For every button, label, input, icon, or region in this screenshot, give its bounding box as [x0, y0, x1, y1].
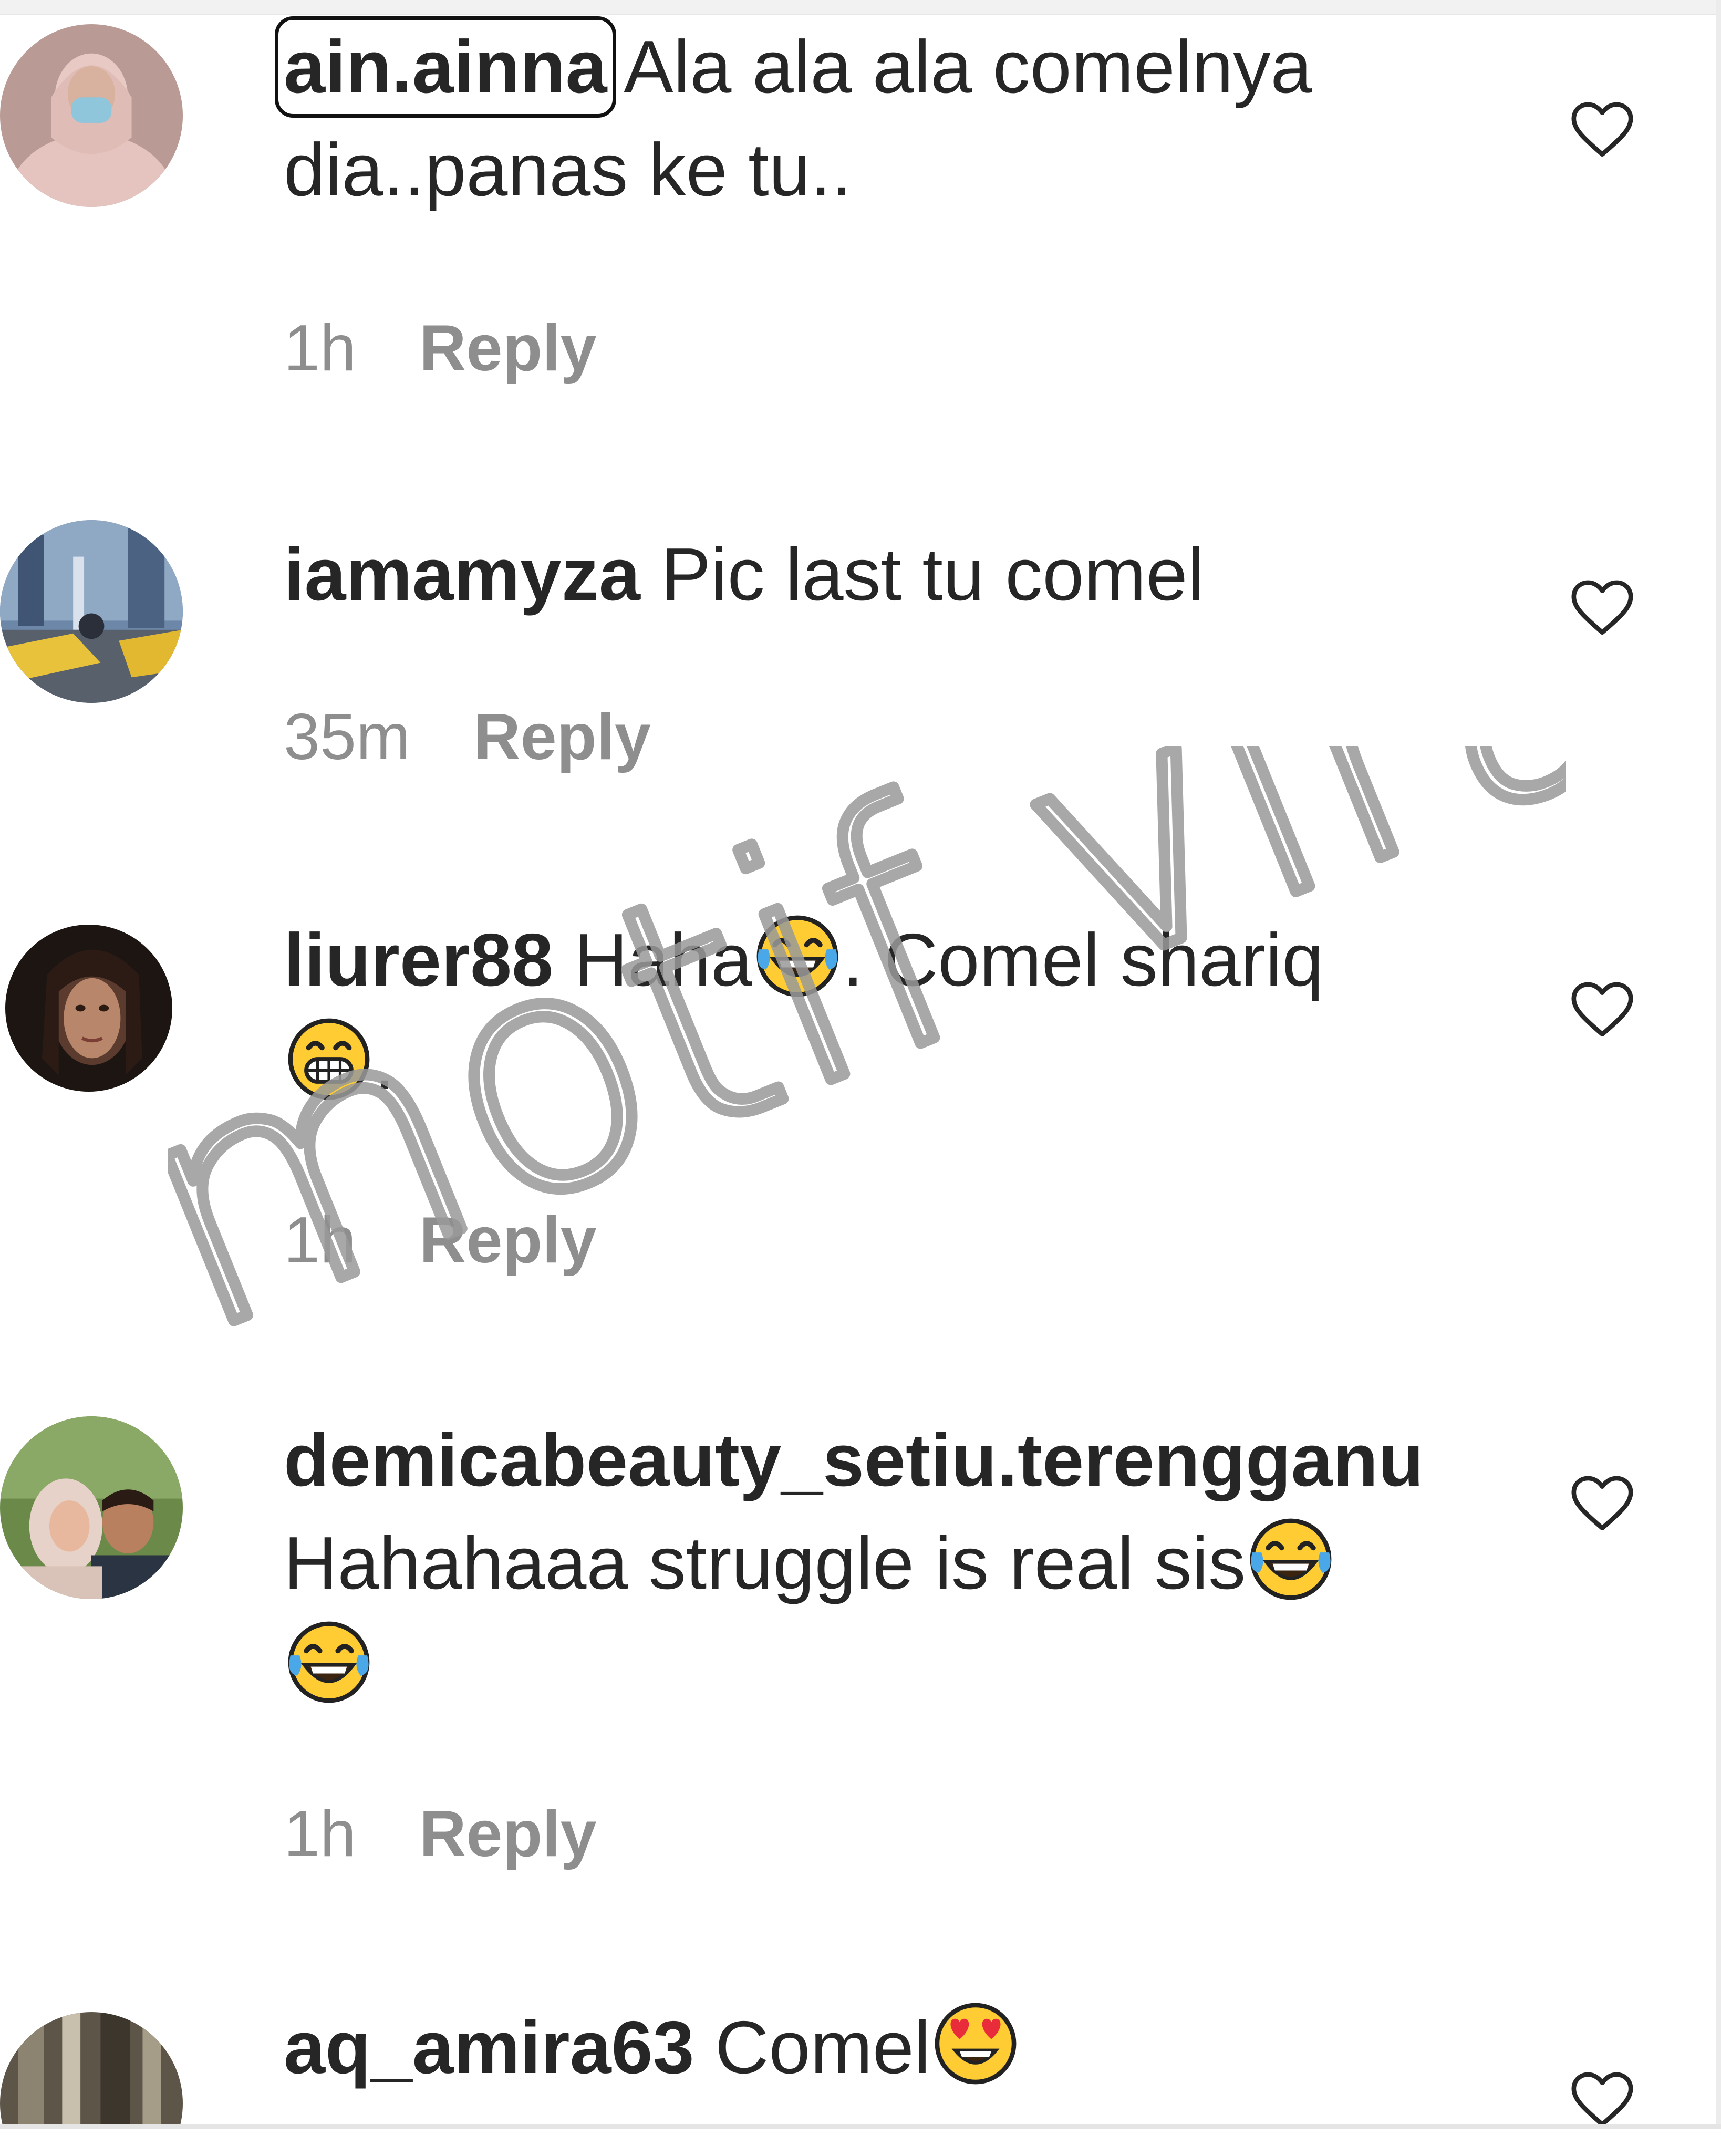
comment-item: liurer88 Haha . Comel shariq . 1h Reply: [0, 915, 1721, 1319]
avatar[interactable]: [0, 520, 183, 703]
comment-message: Comel: [694, 2006, 931, 2089]
bottom-divider: [0, 2124, 1721, 2156]
like-button[interactable]: [1566, 2065, 1639, 2124]
heart-outline-icon: [1571, 580, 1633, 635]
heart-outline-icon: [1571, 1476, 1633, 1531]
avatar-street-photo-icon: [0, 520, 183, 703]
reply-button[interactable]: Reply: [419, 312, 597, 385]
comment-text: ain.ainna Ala ala ala comelnya dia..pana…: [275, 16, 1460, 222]
avatar[interactable]: [5, 925, 172, 1092]
comment-message: Haha: [553, 918, 753, 1002]
comment-message: Hahahaaa struggle is real sis: [284, 1521, 1246, 1605]
grinning-emoji-icon: [284, 1014, 374, 1104]
avatar-couple-icon: [0, 1416, 183, 1599]
like-button[interactable]: [1566, 1468, 1639, 1537]
avatar-partial-icon: [0, 2012, 183, 2124]
comment-message: Pic last tu comel: [640, 533, 1205, 616]
comment-text: aq_amira63 Comel: [284, 1996, 1460, 2099]
comment-text: liurer88 Haha . Comel shariq .: [284, 909, 1460, 1115]
top-divider: [0, 0, 1721, 15]
like-button[interactable]: [1566, 95, 1639, 163]
reply-button[interactable]: Reply: [419, 1798, 597, 1870]
comment-timestamp[interactable]: 1h: [284, 1798, 356, 1870]
comment-text: iamamyza Pic last tu comel: [284, 523, 1460, 626]
like-button[interactable]: [1566, 975, 1639, 1043]
comment-username[interactable]: ain.ainna: [275, 16, 616, 118]
comment-meta: 1h Reply: [284, 1797, 597, 1871]
comment-item: demicabeauty_setiu.terengganu Hahahaaa st…: [0, 1413, 1721, 1917]
comment-item: iamamyza Pic last tu comel 35m Reply: [0, 520, 1721, 856]
heart-outline-icon: [1571, 102, 1633, 157]
comment-meta: 1h Reply: [284, 311, 597, 386]
comment-meta: 35m Reply: [284, 700, 651, 774]
avatar[interactable]: [0, 1416, 183, 1599]
heart-eyes-emoji-icon: [930, 1998, 1021, 2089]
comment-username[interactable]: liurer88: [284, 918, 553, 1002]
comment-item: aq_amira63 Comel: [0, 1996, 1721, 2124]
comment-message-continued: . Comel shariq: [843, 918, 1324, 1002]
like-button[interactable]: [1566, 573, 1639, 641]
reply-button[interactable]: Reply: [473, 701, 651, 773]
avatar-woman-mask-icon: [0, 24, 183, 207]
heart-outline-icon: [1571, 982, 1633, 1037]
tears-of-joy-emoji-icon: [284, 1617, 374, 1707]
comment-timestamp[interactable]: 35m: [284, 701, 410, 773]
avatar[interactable]: [0, 2012, 183, 2124]
avatar-dark-portrait-icon: [5, 925, 172, 1092]
comment-username[interactable]: aq_amira63: [284, 2006, 694, 2089]
comment-message-end: .: [374, 1021, 395, 1105]
comment-text: demicabeauty_setiu.terengganu Hahahaaa st…: [284, 1409, 1460, 1718]
avatar[interactable]: [0, 24, 183, 207]
heart-outline-icon: [1571, 2072, 1633, 2124]
tears-of-joy-emoji-icon: [1246, 1514, 1336, 1604]
comment-item: ain.ainna Ala ala ala comelnya dia..pana…: [0, 16, 1721, 399]
comment-timestamp[interactable]: 1h: [284, 312, 356, 385]
comment-username[interactable]: iamamyza: [284, 533, 640, 616]
reply-button[interactable]: Reply: [419, 1204, 597, 1277]
comment-username[interactable]: demicabeauty_setiu.terengganu: [284, 1418, 1424, 1502]
comment-meta: 1h Reply: [284, 1203, 597, 1278]
tears-of-joy-emoji-icon: [752, 911, 843, 1001]
comment-timestamp[interactable]: 1h: [284, 1204, 356, 1277]
